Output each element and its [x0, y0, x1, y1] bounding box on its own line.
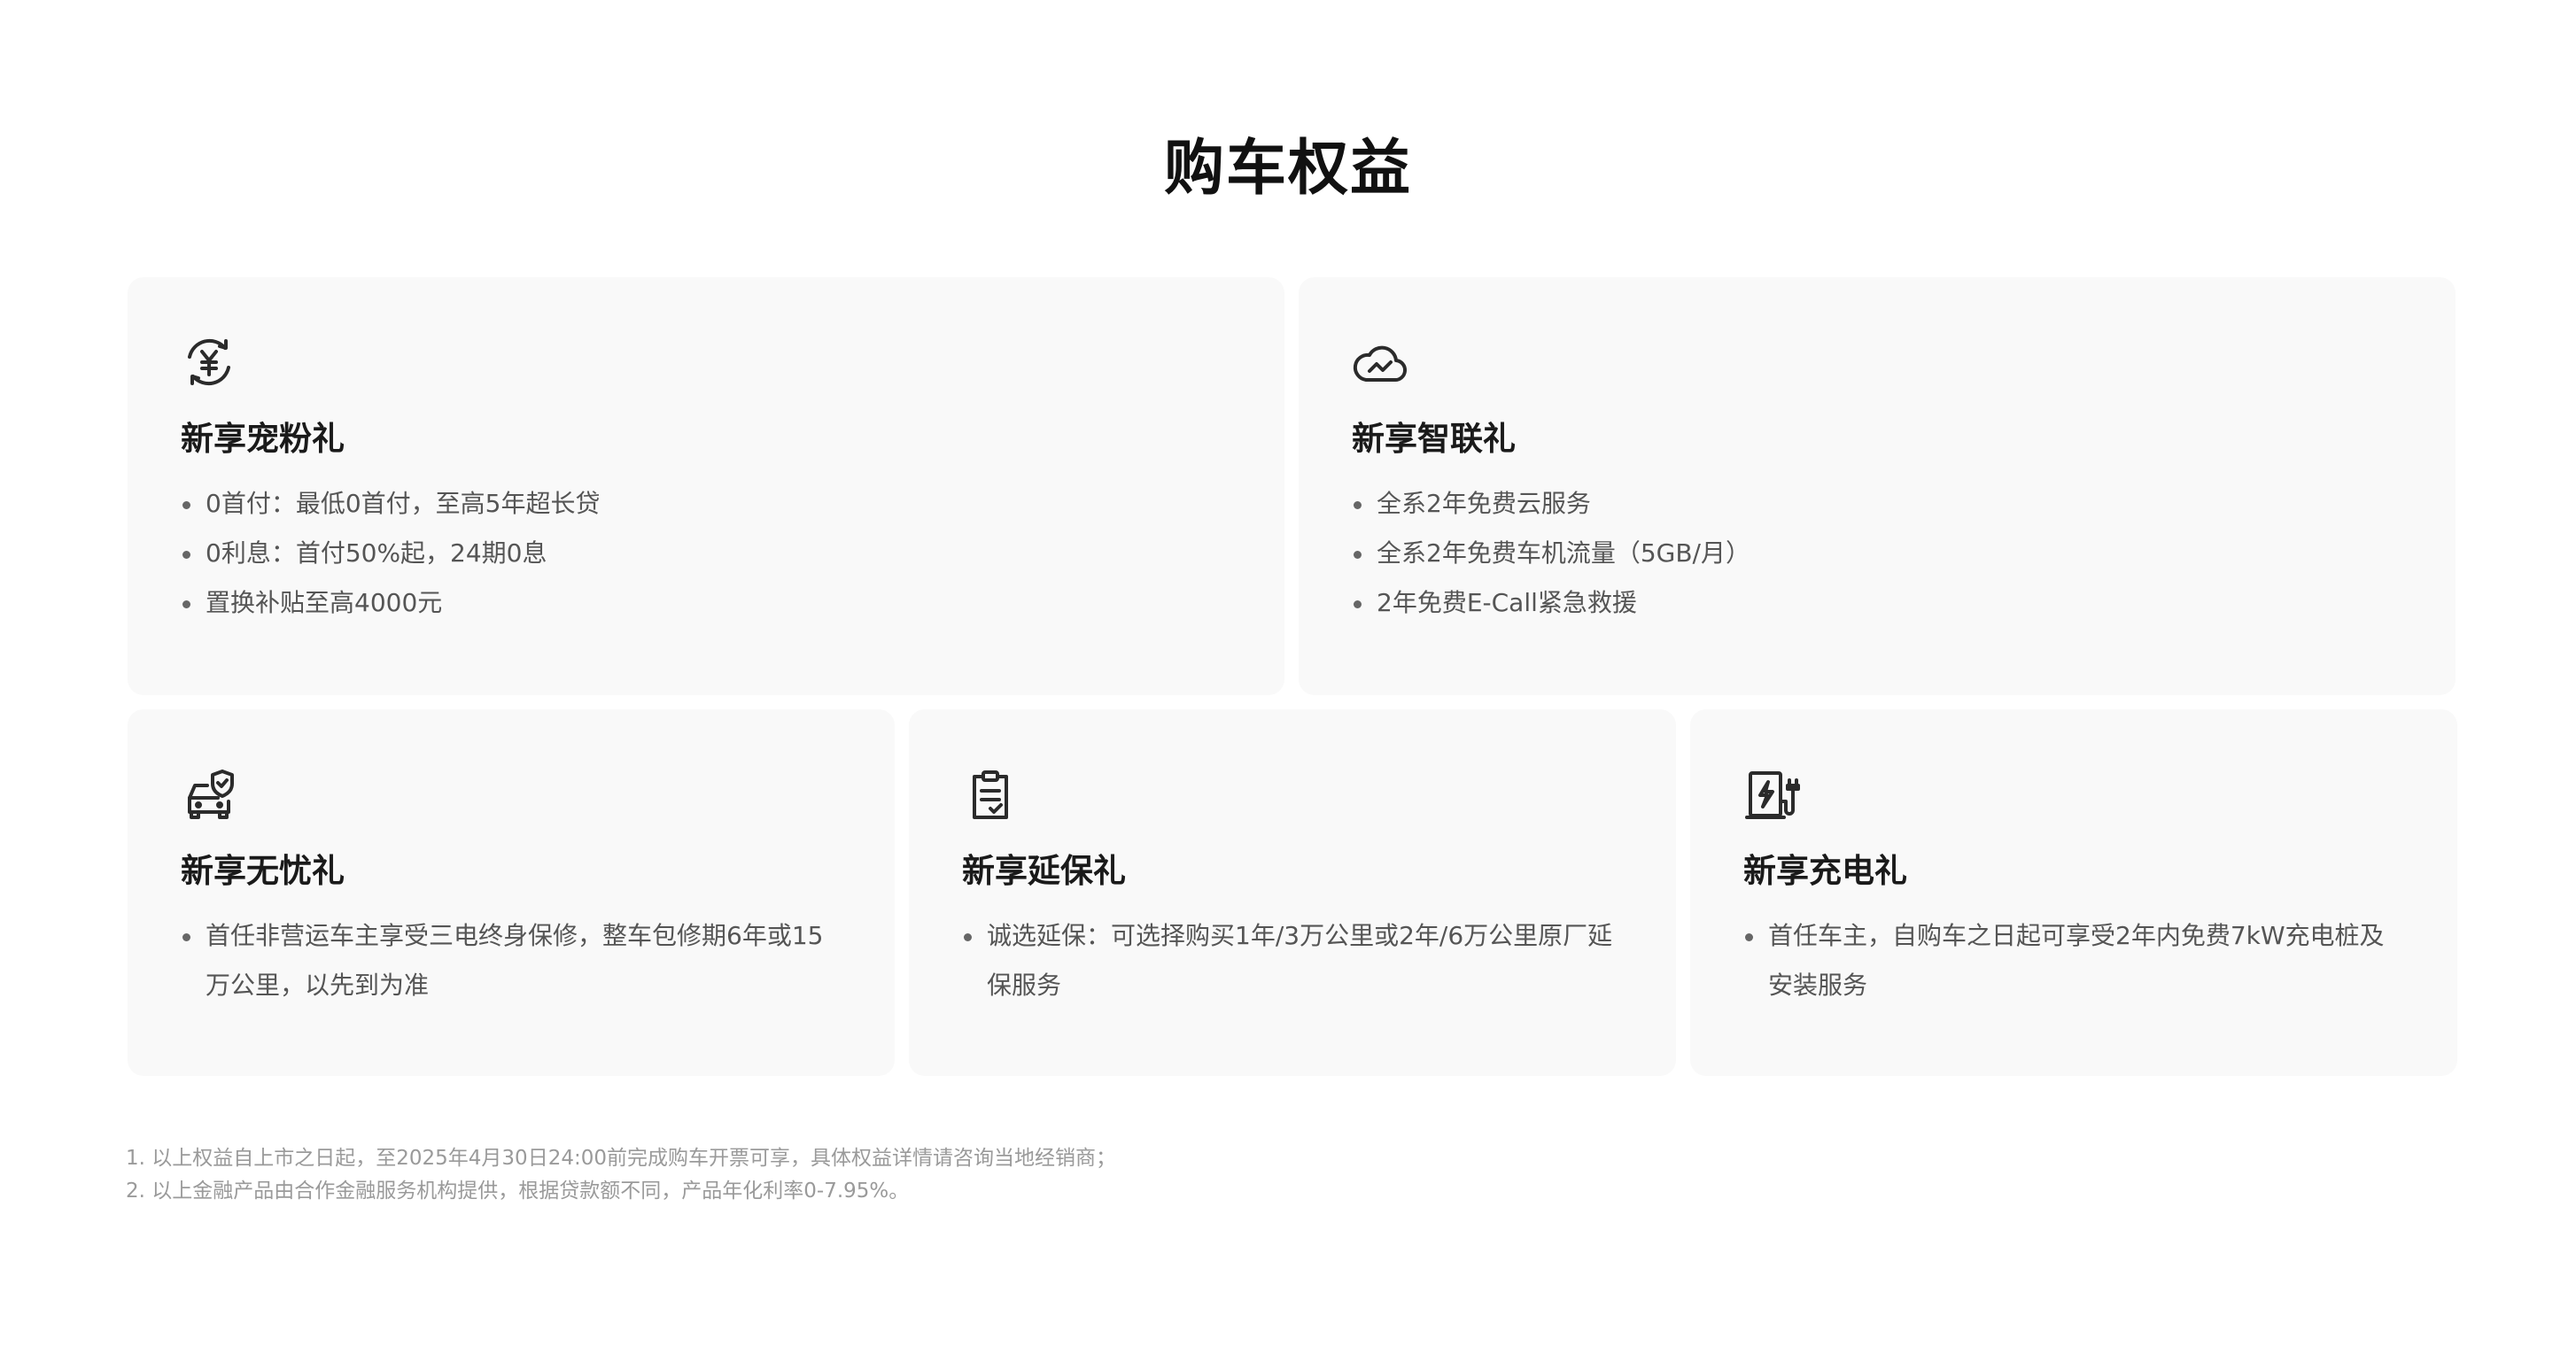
page-title: 购车权益 — [1163, 133, 1412, 204]
list-item: 2年免费E-Call紧急救援 — [1352, 578, 2402, 628]
list-item: 0首付：最低0首付，至高5年超长贷 — [181, 479, 1231, 529]
clipboard-check-icon — [962, 766, 1019, 823]
card-title: 新享充电礼 — [1743, 852, 1907, 890]
benefit-card-fan-gift: 新享宠粉礼 0首付：最低0首付，至高5年超长贷 0利息：首付50%起，24期0息… — [128, 277, 1284, 695]
benefit-list: 全系2年免费云服务 全系2年免费车机流量（5GB/月） 2年免费E-Call紧急… — [1352, 479, 2402, 628]
footnote-item: 1. 以上权益自上市之日起，至2025年4月30日24:00前完成购车开票可享，… — [126, 1147, 1116, 1170]
yen-exchange-icon — [181, 334, 237, 391]
card-title: 新享延保礼 — [962, 852, 1126, 890]
footnotes: 1. 以上权益自上市之日起，至2025年4月30日24:00前完成购车开票可享，… — [126, 1142, 2429, 1208]
list-item: 首任车主，自购车之日起可享受2年内免费7kW充电桩及安装服务 — [1743, 911, 2404, 1010]
list-item: 0利息：首付50%起，24期0息 — [181, 529, 1231, 578]
list-item: 全系2年免费车机流量（5GB/月） — [1352, 529, 2402, 578]
benefit-list: 首任车主，自购车之日起可享受2年内免费7kW充电桩及安装服务 — [1743, 911, 2404, 1010]
benefit-card-connect-gift: 新享智联礼 全系2年免费云服务 全系2年免费车机流量（5GB/月） 2年免费E-… — [1299, 277, 2456, 695]
benefit-list: 首任非营运车主享受三电终身保修，整车包修期6年或15万公里，以先到为准 — [181, 911, 842, 1010]
card-title: 新享智联礼 — [1352, 420, 1516, 458]
benefit-card-extended-warranty-gift: 新享延保礼 诚选延保：可选择购买1年/3万公里或2年/6万公里原厂延保服务 — [909, 709, 1676, 1076]
list-item: 全系2年免费云服务 — [1352, 479, 2402, 529]
card-title: 新享宠粉礼 — [181, 420, 345, 458]
cloud-connect-icon — [1352, 334, 1408, 391]
footnote-item: 2. 以上金融产品由合作金融服务机构提供，根据贷款额不同，产品年化利率0-7.9… — [126, 1180, 910, 1203]
benefit-card-worry-free-gift: 新享无忧礼 首任非营运车主享受三电终身保修，整车包修期6年或15万公里，以先到为… — [128, 709, 895, 1076]
car-shield-icon — [181, 766, 237, 823]
benefits-page: 购车权益 新享宠粉礼 0首付：最低0首付，至高5年超长贷 0利息：首付50%起，… — [0, 0, 2576, 1346]
benefit-list: 0首付：最低0首付，至高5年超长贷 0利息：首付50%起，24期0息 置换补贴至… — [181, 479, 1231, 628]
list-item: 诚选延保：可选择购买1年/3万公里或2年/6万公里原厂延保服务 — [962, 911, 1623, 1010]
benefit-list: 诚选延保：可选择购买1年/3万公里或2年/6万公里原厂延保服务 — [962, 911, 1623, 1010]
card-title: 新享无忧礼 — [181, 852, 345, 890]
list-item: 置换补贴至高4000元 — [181, 578, 1231, 628]
benefit-card-charging-gift: 新享充电礼 首任车主，自购车之日起可享受2年内免费7kW充电桩及安装服务 — [1690, 709, 2457, 1076]
charging-pile-icon — [1743, 766, 1800, 823]
list-item: 首任非营运车主享受三电终身保修，整车包修期6年或15万公里，以先到为准 — [181, 911, 842, 1010]
